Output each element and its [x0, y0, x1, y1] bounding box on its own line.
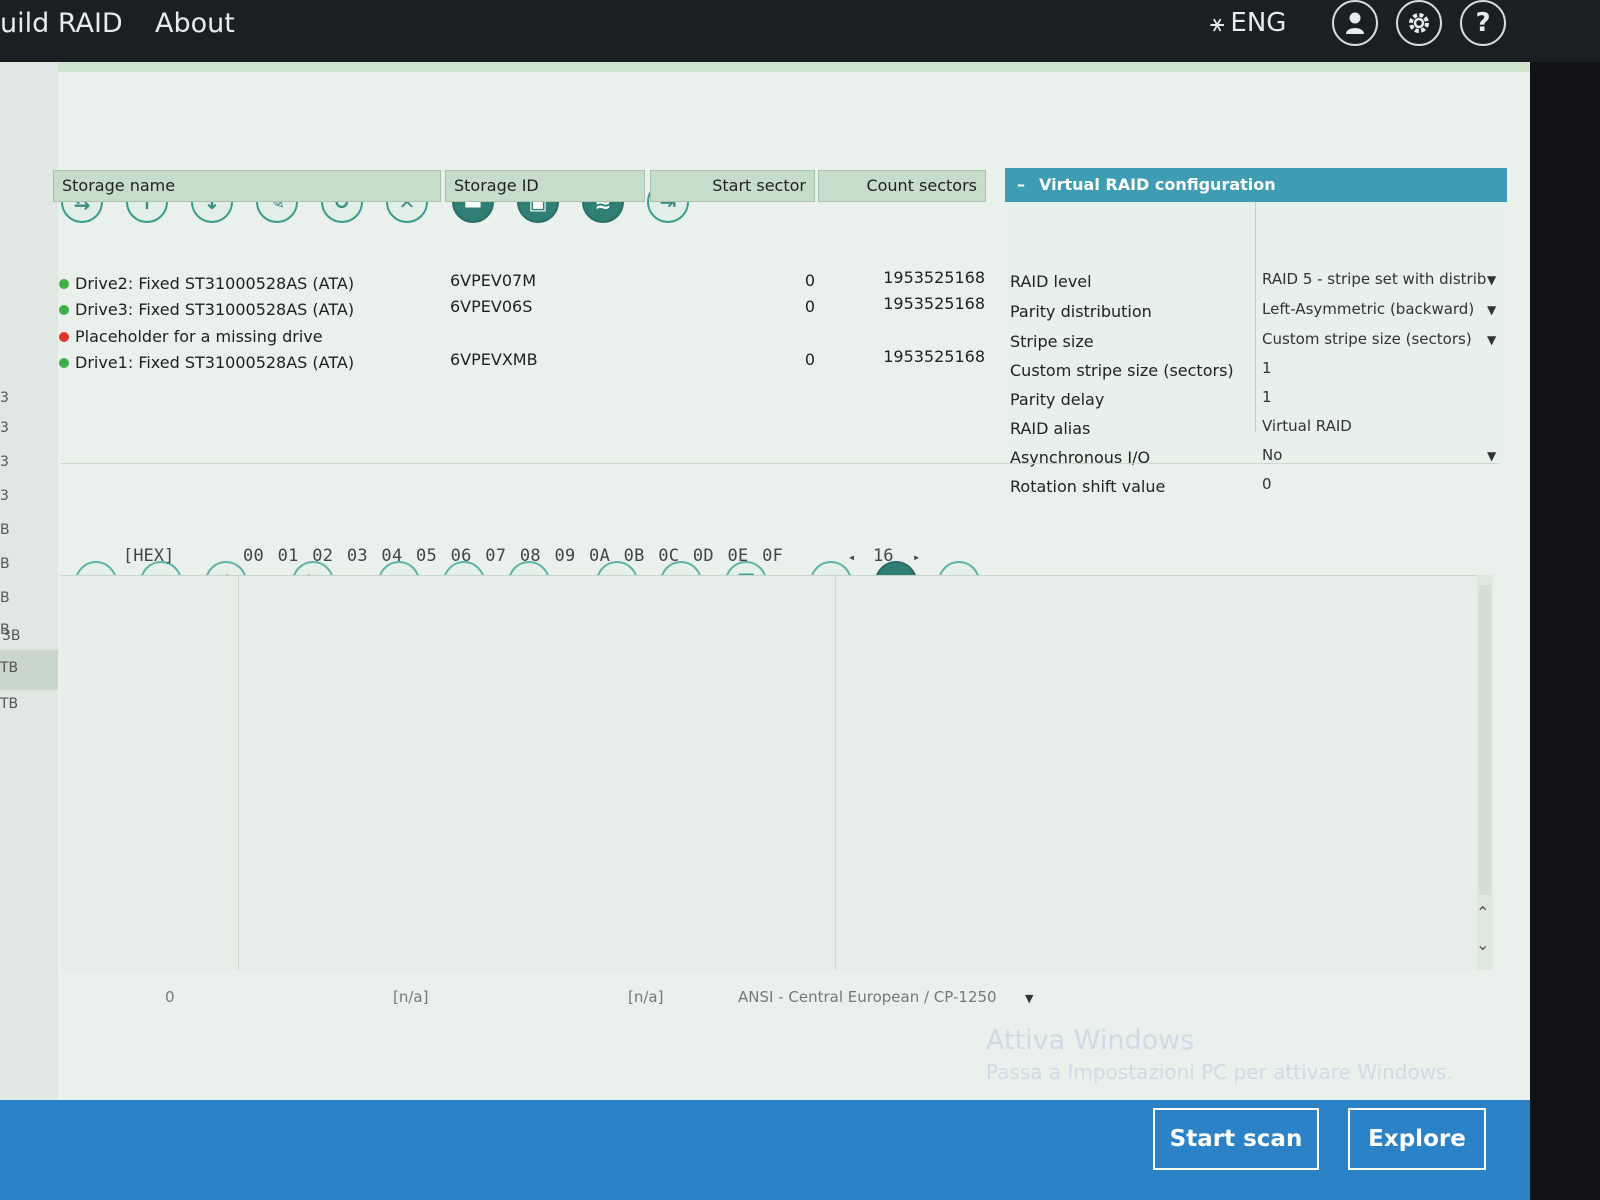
hex-text-divider [835, 575, 836, 970]
config-value[interactable]: Virtual RAID [1262, 417, 1487, 435]
col-storage-id[interactable]: Storage ID [445, 170, 645, 202]
left-drive-size[interactable]: TB [0, 696, 18, 712]
left-drive-size[interactable]: B [0, 556, 10, 572]
language-selector[interactable]: ⚹ ENG [1210, 8, 1286, 38]
menu-about[interactable]: About [155, 8, 235, 39]
status-dot-icon [59, 278, 69, 289]
left-drive-size[interactable]: 3B [2, 628, 21, 644]
hex-column-header: 00 01 02 03 04 05 06 07 08 09 0A 0B 0C 0… [243, 546, 784, 566]
start-sector-cell: 0 [804, 297, 815, 316]
col-count-sectors[interactable]: Count sectors [818, 170, 986, 202]
config-divider [1255, 202, 1256, 432]
help-button[interactable]: ? [1460, 0, 1506, 46]
col-start-sector[interactable]: Start sector [650, 170, 815, 202]
explore-button[interactable]: Explore [1348, 1108, 1486, 1170]
config-label: RAID alias [1010, 419, 1091, 438]
left-drive-size[interactable]: TB [0, 660, 18, 676]
collapse-icon[interactable]: – [1017, 175, 1025, 194]
storage-name: Drive1: Fixed ST31000528AS (ATA) [75, 353, 355, 372]
section-divider [60, 463, 1500, 464]
count-sectors-cell: 1953525168 [883, 347, 985, 366]
left-drive-size[interactable]: B [0, 590, 10, 606]
scroll-down-icon[interactable]: ⌄ [1476, 935, 1489, 954]
screen-bezel [1530, 62, 1600, 1200]
help-icon: ? [1475, 8, 1491, 38]
storage-id-cell: 6VPEV06S [450, 297, 533, 316]
storage-name-cell: Drive3: Fixed ST31000528AS (ATA) [59, 300, 354, 319]
top-menu-bar: uild RAID About ⚹ ENG ? [0, 0, 1600, 62]
storage-name-cell: Placeholder for a missing drive [59, 327, 323, 346]
storage-name: Drive2: Fixed ST31000528AS (ATA) [75, 274, 355, 293]
menu-build-raid[interactable]: uild RAID [0, 8, 123, 39]
scrollbar-thumb[interactable] [1479, 585, 1491, 895]
config-label: Asynchronous I/O [1010, 448, 1151, 467]
config-label: Parity distribution [1010, 302, 1152, 321]
storage-id-cell: 6VPEV07M [450, 271, 536, 290]
left-drive-size[interactable]: 3 [0, 390, 9, 406]
config-value[interactable]: Left-Asymmetric (backward) [1262, 300, 1487, 318]
config-value[interactable]: RAID 5 - stripe set with distrib [1262, 270, 1487, 288]
width-increase-icon[interactable]: ▸ [913, 550, 920, 564]
virtual-raid-config-header[interactable]: – Virtual RAID configuration [1005, 168, 1507, 202]
start-sector-cell: 0 [804, 350, 815, 369]
left-drive-size[interactable]: 3 [0, 488, 9, 504]
config-title: Virtual RAID configuration [1039, 175, 1276, 194]
window-top-strip [0, 62, 1530, 72]
hex-offset-divider [238, 575, 239, 970]
hex-mode-label[interactable]: [HEX] [123, 546, 174, 566]
chevron-down-icon[interactable]: ▼ [1487, 273, 1496, 287]
status-value-1: [n/a] [393, 988, 429, 1006]
col-storage-name[interactable]: Storage name [53, 170, 441, 202]
start-scan-button[interactable]: Start scan [1153, 1108, 1319, 1170]
storage-name-cell: Drive2: Fixed ST31000528AS (ATA) [59, 274, 354, 293]
status-offset: 0 [165, 988, 175, 1006]
bytes-per-row: 16 [873, 546, 894, 566]
width-decrease-icon[interactable]: ◂ [848, 550, 855, 564]
config-value[interactable]: 0 [1262, 475, 1487, 493]
chevron-down-icon[interactable]: ▼ [1487, 333, 1496, 347]
status-dot-icon [59, 357, 69, 368]
storage-name: Placeholder for a missing drive [75, 327, 323, 346]
user-button[interactable] [1332, 0, 1378, 46]
config-label: Rotation shift value [1010, 477, 1166, 496]
config-value[interactable]: No [1262, 446, 1487, 464]
count-sectors-cell: 1953525168 [883, 268, 985, 287]
user-icon [1346, 12, 1364, 34]
config-label: Custom stripe size (sectors) [1010, 361, 1234, 380]
storage-name-cell: Drive1: Fixed ST31000528AS (ATA) [59, 353, 354, 372]
left-drive-size[interactable]: 3 [0, 454, 9, 470]
chevron-down-icon[interactable]: ▼ [1487, 303, 1496, 317]
start-sector-cell: 0 [804, 271, 815, 290]
status-dot-icon [59, 304, 69, 315]
encoding-select[interactable]: ANSI - Central European / CP-1250 [738, 988, 997, 1006]
settings-button[interactable] [1396, 0, 1442, 46]
config-label: Stripe size [1010, 332, 1094, 351]
gear-icon [1409, 13, 1429, 33]
activation-watermark-title: Attiva Windows [986, 1025, 1195, 1056]
left-drive-size[interactable]: 3 [0, 420, 9, 436]
config-value[interactable]: Custom stripe size (sectors) [1262, 330, 1487, 348]
config-label: Parity delay [1010, 390, 1105, 409]
left-drive-list [0, 62, 58, 1102]
activation-watermark-text: Passa a Impostazioni PC per attivare Win… [986, 1060, 1453, 1084]
hex-editor-view[interactable] [60, 575, 1480, 971]
chevron-down-icon[interactable]: ▼ [1487, 449, 1496, 463]
chevron-down-icon[interactable]: ▼ [1025, 992, 1033, 1005]
storage-id-cell: 6VPEVXMB [450, 350, 538, 369]
scroll-up-icon[interactable]: ⌃ [1476, 903, 1489, 922]
status-dot-icon [59, 331, 69, 342]
config-value[interactable]: 1 [1262, 388, 1487, 406]
config-label: RAID level [1010, 272, 1092, 291]
flag-icon: ⚹ [1210, 9, 1225, 37]
config-value[interactable]: 1 [1262, 359, 1487, 377]
left-drive-size[interactable]: B [0, 522, 10, 538]
storage-name: Drive3: Fixed ST31000528AS (ATA) [75, 300, 355, 319]
count-sectors-cell: 1953525168 [883, 294, 985, 313]
language-label: ENG [1230, 8, 1287, 38]
status-value-2: [n/a] [628, 988, 664, 1006]
